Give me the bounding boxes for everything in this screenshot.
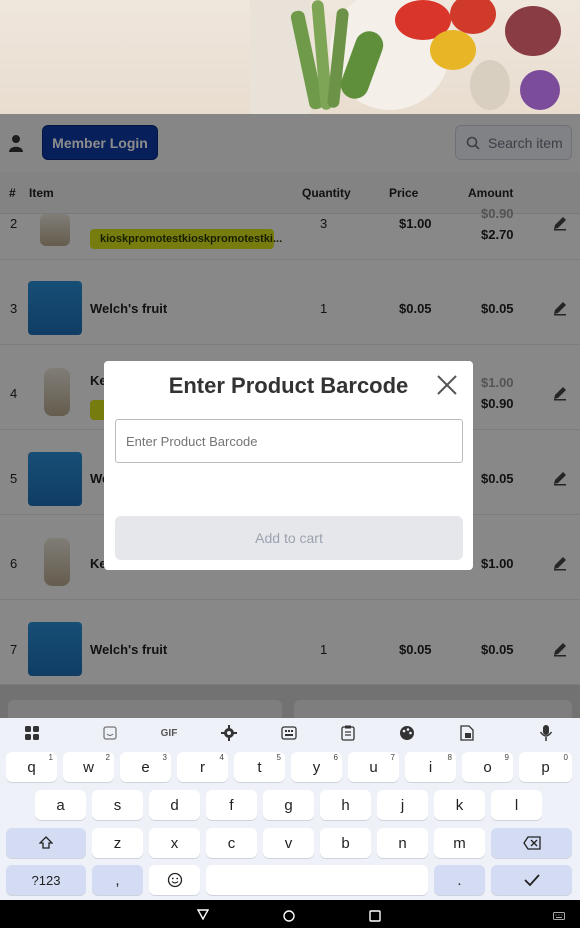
- key-f[interactable]: f: [206, 790, 257, 820]
- gear-icon[interactable]: [221, 725, 237, 741]
- back-icon[interactable]: [197, 909, 209, 920]
- key-q[interactable]: q1: [6, 752, 57, 782]
- apps-grid-icon[interactable]: [25, 726, 39, 740]
- key-w[interactable]: w2: [63, 752, 114, 782]
- space-key[interactable]: [206, 865, 428, 895]
- backspace-icon: [522, 836, 541, 850]
- home-icon[interactable]: [283, 910, 295, 922]
- keyboard-switch-icon[interactable]: [553, 912, 565, 920]
- key-o[interactable]: o9: [462, 752, 513, 782]
- microphone-icon[interactable]: [539, 724, 553, 742]
- emoji-icon: [167, 872, 182, 888]
- sticker-icon[interactable]: [103, 726, 117, 740]
- key-p[interactable]: p0: [519, 752, 572, 782]
- key-n[interactable]: n: [377, 828, 428, 858]
- key-r[interactable]: r4: [177, 752, 228, 782]
- symbols-key[interactable]: ?123: [6, 865, 86, 895]
- close-icon[interactable]: [435, 373, 459, 397]
- checkmark-icon: [523, 874, 540, 886]
- clipboard-icon[interactable]: [341, 725, 355, 741]
- key-z[interactable]: z: [92, 828, 143, 858]
- key-g[interactable]: g: [263, 790, 314, 820]
- shift-icon: [39, 836, 53, 849]
- period-key[interactable]: .: [434, 865, 485, 895]
- key-h[interactable]: h: [320, 790, 371, 820]
- key-v[interactable]: v: [263, 828, 314, 858]
- key-s[interactable]: s: [92, 790, 143, 820]
- key-c[interactable]: c: [206, 828, 257, 858]
- comma-key[interactable]: ,: [92, 865, 143, 895]
- palette-icon[interactable]: [399, 725, 415, 741]
- recents-icon[interactable]: [369, 910, 381, 922]
- barcode-input[interactable]: [115, 419, 463, 463]
- key-j[interactable]: j: [377, 790, 428, 820]
- key-k[interactable]: k: [434, 790, 485, 820]
- key-e[interactable]: e3: [120, 752, 171, 782]
- enter-key[interactable]: [491, 865, 572, 895]
- key-m[interactable]: m: [434, 828, 485, 858]
- gif-icon[interactable]: GIF: [158, 724, 180, 742]
- key-a[interactable]: a: [35, 790, 86, 820]
- hero-banner-image: [0, 0, 580, 114]
- key-d[interactable]: d: [149, 790, 200, 820]
- add-to-cart-button[interactable]: Add to cart: [115, 516, 463, 560]
- modal-title: Enter Product Barcode: [168, 373, 409, 398]
- backspace-key[interactable]: [491, 828, 572, 858]
- emoji-key[interactable]: [149, 865, 200, 895]
- key-x[interactable]: x: [149, 828, 200, 858]
- translate-doc-icon[interactable]: [460, 725, 474, 741]
- key-i[interactable]: i8: [405, 752, 456, 782]
- barcode-modal: Enter Product Barcode Add to cart: [104, 361, 473, 570]
- key-y[interactable]: y6: [291, 752, 342, 782]
- key-t[interactable]: t5: [234, 752, 285, 782]
- keyboard-icon[interactable]: [281, 726, 297, 740]
- shift-key[interactable]: [6, 828, 86, 858]
- key-l[interactable]: l: [491, 790, 542, 820]
- key-b[interactable]: b: [320, 828, 371, 858]
- key-u[interactable]: u7: [348, 752, 399, 782]
